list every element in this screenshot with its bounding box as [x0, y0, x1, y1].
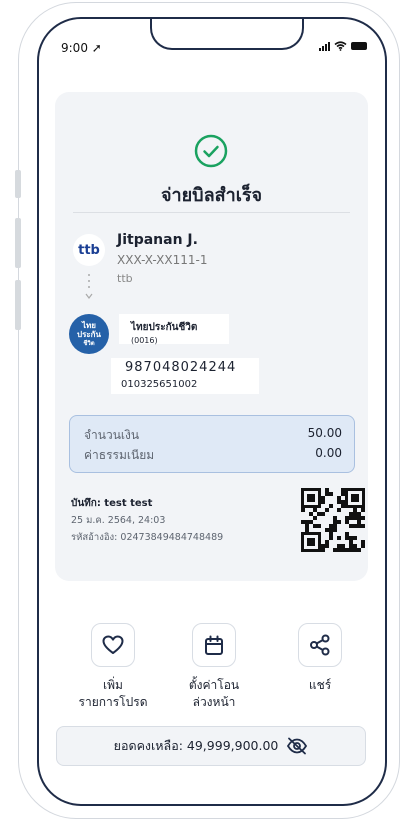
amount-value: 50.00: [307, 426, 342, 440]
add-favorite-button[interactable]: เพิ่ม รายการโปรด: [68, 623, 158, 711]
sender-name: Jitpanan J.: [117, 232, 198, 248]
status-icons: [319, 41, 367, 51]
success-check-icon: [194, 134, 228, 168]
transaction-date: 25 ม.ค. 2564, 24:03: [71, 515, 166, 526]
notch: [150, 19, 304, 50]
reference-2: 010325651002: [121, 379, 198, 390]
side-button-mute: [15, 170, 21, 198]
share-icon: [310, 634, 330, 656]
ttb-logo: ttb: [73, 234, 105, 266]
signal-icon: [319, 41, 330, 51]
balance-text: ยอดคงเหลือ: 49,999,900.00: [113, 738, 279, 753]
schedule-transfer-button[interactable]: ตั้งค่าโอน ล่วงหน้า: [169, 623, 259, 711]
fee-value: 0.00: [315, 446, 342, 460]
share-icon-button[interactable]: [298, 623, 342, 667]
payee-code: (0016): [131, 336, 158, 345]
side-button-volume-down: [15, 280, 21, 330]
fee-label: ค่าธรรมเนียม: [84, 448, 155, 462]
payee-name: ไทยประกันชีวิต: [131, 322, 198, 333]
heart-button[interactable]: [91, 623, 135, 667]
receipt-title: จ่ายบิลสำเร็จ: [160, 185, 263, 206]
side-button-volume-up: [15, 218, 21, 268]
sender-bank: ttb: [117, 272, 133, 285]
schedule-transfer-label: ตั้งค่าโอน ล่วงหน้า: [188, 678, 240, 709]
sender-account-number: XXX-X-XX111-1: [117, 253, 208, 267]
battery-icon: [351, 42, 367, 50]
amount-box: จำนวนเงิน 50.00 ค่าธรรมเนียม 0.00: [69, 415, 355, 473]
eye-off-icon[interactable]: [286, 737, 308, 755]
calendar-button[interactable]: [192, 623, 236, 667]
share-button[interactable]: แชร์: [275, 623, 365, 694]
thai-life-insurance-logo: ไทย ประกัน ชีวิต: [69, 314, 109, 354]
add-favorite-label: เพิ่ม รายการโปรด: [78, 678, 148, 709]
phone-screen: 9:00 ➚ จ่ายบิลสำเร็จ ttb Jitpanan J. XXX…: [37, 17, 387, 806]
calendar-icon: [205, 635, 223, 655]
balance-bar[interactable]: ยอดคงเหลือ: 49,999,900.00: [56, 726, 366, 766]
amount-label: จำนวนเงิน: [84, 428, 140, 442]
status-time: 9:00 ➚: [61, 41, 102, 55]
transfer-arrow-icon: [85, 274, 93, 299]
heart-icon: [102, 635, 124, 654]
wifi-icon: [334, 41, 347, 51]
reference-id: รหัสอ้างอิง: 02473849484748489: [71, 532, 224, 543]
share-label: แชร์: [308, 678, 332, 692]
qr-code[interactable]: [301, 488, 365, 552]
receipt-card: จ่ายบิลสำเร็จ ttb Jitpanan J. XXX-X-XX11…: [55, 92, 368, 581]
memo: บันทึก: test test: [71, 498, 153, 509]
divider: [73, 212, 350, 213]
reference-1: 987048024244: [125, 360, 237, 375]
